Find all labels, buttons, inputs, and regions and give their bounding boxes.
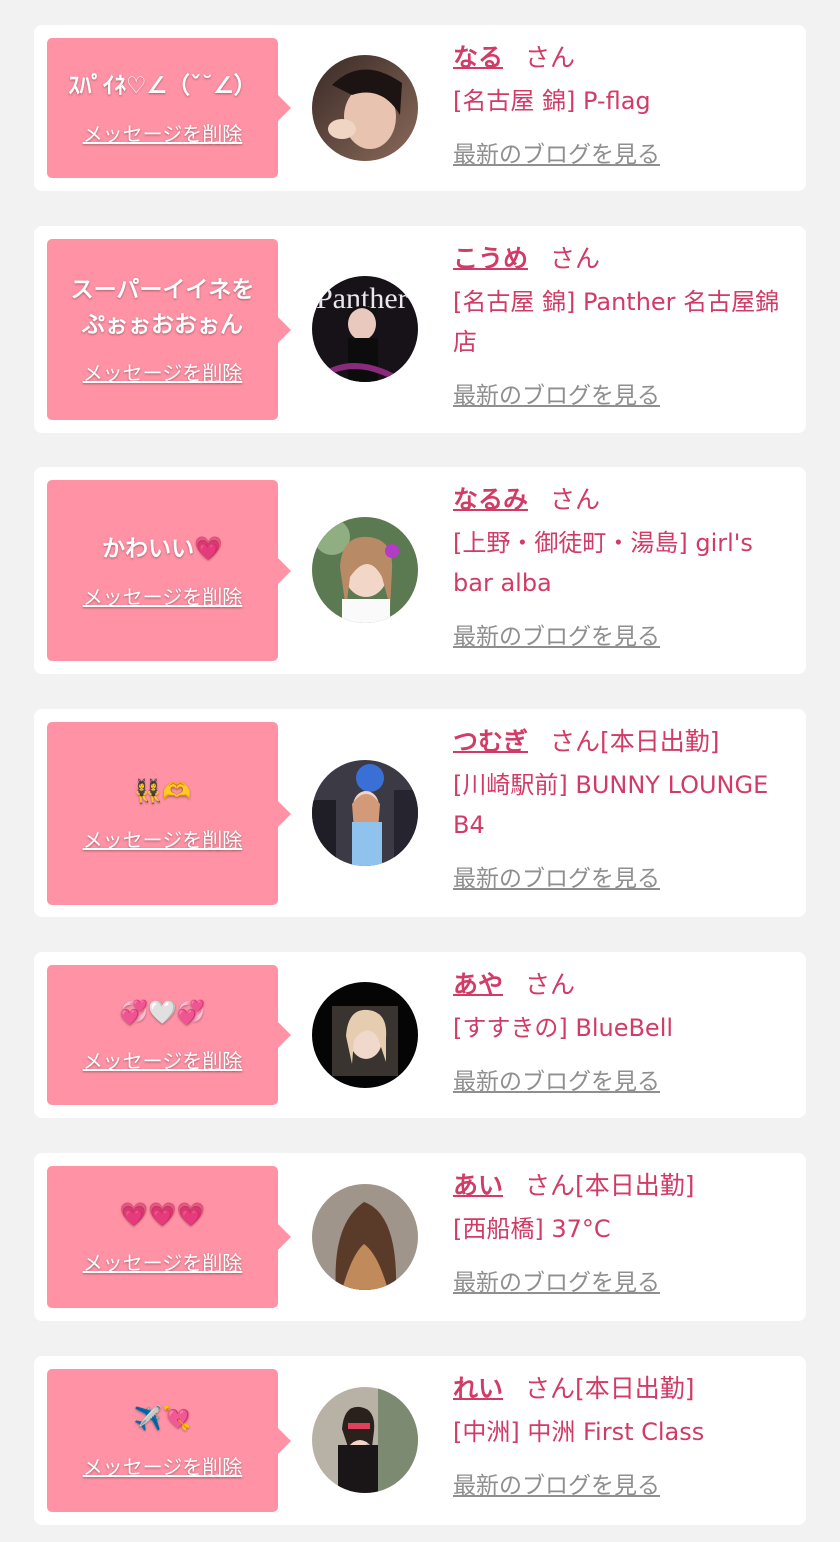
message-bubble: 💗💗💗 メッセージを削除 [47, 1166, 278, 1308]
honorific: さん [525, 1374, 576, 1403]
honorific: さん [525, 970, 576, 999]
message-bubble: ✈️💘 メッセージを削除 [47, 1369, 278, 1512]
sender-name-link[interactable]: れい [453, 1374, 503, 1403]
delete-message-link[interactable]: メッセージを削除 [83, 1045, 243, 1074]
sender-info: つむぎ さん[本日出勤] [川崎駅前] BUNNY LOUNGE B4 最新のブロ… [453, 725, 793, 893]
sender-name-link[interactable]: つむぎ [453, 727, 528, 756]
latest-blog-link[interactable]: 最新のブログを見る [453, 859, 660, 893]
name-row: こうめ さん [453, 242, 793, 276]
latest-blog-link[interactable]: 最新のブログを見る [453, 1062, 660, 1096]
message-text: 💗💗💗 [119, 1202, 206, 1228]
avatar[interactable] [312, 517, 418, 623]
sender-info: なるみ さん [上野・御徒町・湯島] girl's bar alba 最新のブログ… [453, 483, 793, 651]
attendance-badge: [本日出勤] [575, 1171, 695, 1200]
avatar[interactable] [312, 55, 418, 161]
message-card: 💗💗💗 メッセージを削除 あい さん[本日出勤] [西船橋] 37°C 最新のブロ… [34, 1153, 806, 1321]
delete-message-link[interactable]: メッセージを削除 [83, 1247, 243, 1276]
avatar[interactable] [312, 1387, 418, 1493]
attendance-badge: [本日出勤] [600, 727, 720, 756]
latest-blog-link[interactable]: 最新のブログを見る [453, 135, 660, 169]
message-card: かわいい💗 メッセージを削除 なるみ さん [上野・御徒町・湯島] girl's … [34, 467, 806, 674]
delete-message-link[interactable]: メッセージを削除 [83, 1451, 243, 1480]
delete-message-link[interactable]: メッセージを削除 [83, 581, 243, 610]
shop-info: [川崎駅前] BUNNY LOUNGE B4 [453, 771, 769, 839]
latest-blog-link[interactable]: 最新のブログを見る [453, 376, 660, 410]
latest-blog-link[interactable]: 最新のブログを見る [453, 1466, 660, 1500]
honorific: さん [550, 485, 601, 514]
attendance-badge: [本日出勤] [575, 1374, 695, 1403]
message-bubble: かわいい💗 メッセージを削除 [47, 480, 278, 661]
message-bubble: ｽﾊﾟｲﾈ♡∠（ˇ˘∠） メッセージを削除 [47, 38, 278, 178]
name-row: あや さん [453, 968, 793, 1002]
honorific: さん [525, 43, 576, 72]
message-card: ｽﾊﾟｲﾈ♡∠（ˇ˘∠） メッセージを削除 なる さん [名古屋 錦] P-fla… [34, 25, 806, 191]
honorific: さん [550, 727, 601, 756]
sender-name-link[interactable]: あや [453, 970, 503, 999]
name-row: あい さん[本日出勤] [453, 1169, 793, 1203]
message-text: スーパーイイネを ぷぉぉおおぉん [70, 277, 255, 338]
delete-message-link[interactable]: メッセージを削除 [83, 357, 243, 386]
avatar[interactable]: Panther [312, 276, 418, 382]
avatar[interactable] [312, 982, 418, 1088]
latest-blog-link[interactable]: 最新のブログを見る [453, 1263, 660, 1297]
shop-info: [西船橋] 37°C [453, 1215, 611, 1243]
latest-blog-link[interactable]: 最新のブログを見る [453, 617, 660, 651]
message-card: スーパーイイネを ぷぉぉおおぉん メッセージを削除 Panther こうめ さん … [34, 226, 806, 433]
sender-info: れい さん[本日出勤] [中洲] 中洲 First Class 最新のブログを見る [453, 1372, 793, 1500]
honorific: さん [550, 244, 601, 273]
message-card: 👯‍♀️🫶 メッセージを削除 つむぎ さん[本日出勤] [川崎駅前] BUNNY … [34, 709, 806, 917]
avatar[interactable] [312, 1184, 418, 1290]
message-text: ✈️💘 [133, 1405, 192, 1432]
avatar[interactable] [312, 760, 418, 866]
sender-info: あや さん [すすきの] BlueBell 最新のブログを見る [453, 968, 793, 1096]
name-row: れい さん[本日出勤] [453, 1372, 793, 1406]
message-text: ｽﾊﾟｲﾈ♡∠（ˇ˘∠） [68, 73, 257, 99]
name-row: なる さん [453, 41, 793, 75]
sender-name-link[interactable]: なる [453, 43, 503, 72]
message-text: 💞🤍💞 [119, 1000, 206, 1026]
sender-name-link[interactable]: なるみ [453, 485, 528, 514]
shop-info: [名古屋 錦] P-flag [453, 87, 651, 115]
delete-message-link[interactable]: メッセージを削除 [83, 118, 243, 147]
name-row: つむぎ さん[本日出勤] [453, 725, 793, 759]
sender-info: こうめ さん [名古屋 錦] Panther 名古屋錦店 最新のブログを見る [453, 242, 793, 410]
shop-info: [名古屋 錦] Panther 名古屋錦店 [453, 288, 780, 356]
sender-name-link[interactable]: こうめ [453, 244, 528, 273]
shop-info: [中洲] 中洲 First Class [453, 1418, 705, 1446]
name-row: なるみ さん [453, 483, 793, 517]
message-bubble: 💞🤍💞 メッセージを削除 [47, 965, 278, 1105]
honorific: さん [525, 1171, 576, 1200]
message-text: かわいい💗 [102, 535, 223, 562]
sender-info: なる さん [名古屋 錦] P-flag 最新のブログを見る [453, 41, 793, 169]
sender-name-link[interactable]: あい [453, 1171, 503, 1200]
message-card: 💞🤍💞 メッセージを削除 あや さん [すすきの] BlueBell 最新のブログ… [34, 952, 806, 1118]
message-bubble: スーパーイイネを ぷぉぉおおぉん メッセージを削除 [47, 239, 278, 420]
shop-info: [上野・御徒町・湯島] girl's bar alba [453, 529, 753, 597]
message-bubble: 👯‍♀️🫶 メッセージを削除 [47, 722, 278, 905]
sender-info: あい さん[本日出勤] [西船橋] 37°C 最新のブログを見る [453, 1169, 793, 1297]
message-text: 👯‍♀️🫶 [133, 778, 192, 805]
shop-info: [すすきの] BlueBell [453, 1014, 674, 1042]
delete-message-link[interactable]: メッセージを削除 [83, 824, 243, 853]
message-card: ✈️💘 メッセージを削除 れい さん[本日出勤] [中洲] 中洲 First Cl… [34, 1356, 806, 1525]
